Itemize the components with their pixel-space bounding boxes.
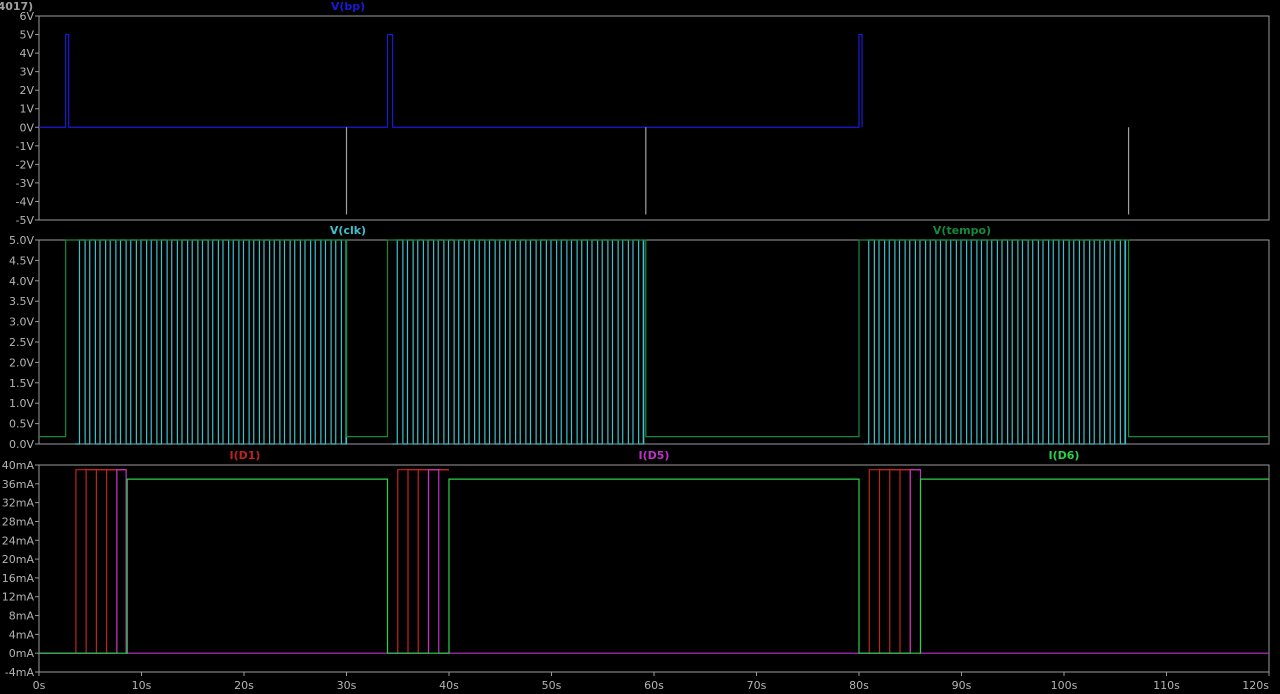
y-tick-label: 4V bbox=[19, 47, 34, 60]
y-tick-label: 1.5V bbox=[9, 377, 34, 390]
series-title: V(rst4017) bbox=[0, 0, 33, 13]
pane-frame bbox=[38, 15, 1270, 221]
current-pulse bbox=[417, 469, 449, 654]
y-tick-label: 0mA bbox=[9, 647, 35, 660]
y-tick-label: 5V bbox=[19, 29, 34, 42]
y-tick-label: 4.5V bbox=[9, 254, 34, 267]
x-tick-label: 120s bbox=[1242, 679, 1269, 692]
clock-burst bbox=[864, 239, 1127, 445]
series-title: I(D1) bbox=[230, 449, 261, 462]
current-pulse bbox=[889, 469, 921, 654]
x-tick-label: 20s bbox=[234, 679, 254, 692]
y-tick-label: 32mA bbox=[2, 497, 35, 510]
y-tick-label: -4mA bbox=[5, 666, 35, 679]
series-title: V(tempo) bbox=[933, 224, 991, 237]
y-tick-label: 20mA bbox=[2, 553, 35, 566]
y-tick-label: 36mA bbox=[2, 478, 35, 491]
series-trace bbox=[39, 478, 1269, 654]
clock-burst bbox=[74, 239, 348, 445]
series-title: I(D5) bbox=[639, 449, 670, 462]
series-title: I(D6) bbox=[1049, 449, 1080, 462]
x-tick-label: 30s bbox=[337, 679, 357, 692]
y-tick-label: -4V bbox=[16, 195, 35, 208]
y-tick-label: 2V bbox=[19, 84, 34, 97]
y-tick-label: -2V bbox=[16, 158, 35, 171]
pane-2: 5.0V 4.5V 4.0V 3.5V 3.0V 2.5V 2.0V 1.5V 1.0V 0.5V… bbox=[9, 224, 1270, 451]
current-pulse bbox=[95, 469, 127, 654]
y-tick-label: 2.5V bbox=[9, 336, 34, 349]
y-tick-label: 8mA bbox=[9, 610, 35, 623]
y-tick-label: 3.0V bbox=[9, 316, 34, 329]
current-pulse bbox=[397, 469, 449, 654]
current-pulse bbox=[868, 469, 921, 654]
y-tick-label: 3V bbox=[19, 66, 34, 79]
pane-1: 6V5V4V3V2V1V0V-1V-2V-3V-4V-5VV(bp)V(rst4… bbox=[0, 0, 1270, 227]
y-tick-label: 28mA bbox=[2, 515, 35, 528]
x-tick-label: 100s bbox=[1051, 679, 1078, 692]
x-tick-label: 70s bbox=[747, 679, 767, 692]
y-tick-label: 5.0V bbox=[9, 234, 34, 247]
y-tick-label: 12mA bbox=[2, 591, 35, 604]
x-tick-label: 0s bbox=[33, 679, 46, 692]
waveform-viewer[interactable]: 6V5V4V3V2V1V0V-1V-2V-3V-4V-5VV(bp)V(rst4… bbox=[0, 0, 1280, 694]
clock-burst bbox=[392, 239, 645, 445]
y-tick-label: -1V bbox=[16, 140, 35, 153]
y-tick-label: 1V bbox=[19, 103, 34, 116]
series-trace bbox=[39, 469, 1269, 654]
x-tick-label: 10s bbox=[132, 679, 152, 692]
x-tick-label: 50s bbox=[542, 679, 562, 692]
current-pulse bbox=[116, 469, 127, 654]
x-tick-label: 90s bbox=[952, 679, 972, 692]
x-tick-label: 110s bbox=[1153, 679, 1180, 692]
y-tick-label: 2.0V bbox=[9, 356, 34, 369]
x-tick-label: 60s bbox=[644, 679, 664, 692]
series-trace bbox=[39, 33, 863, 128]
y-tick-label: 0V bbox=[19, 121, 34, 134]
x-tick-label: 40s bbox=[439, 679, 459, 692]
pane-frame bbox=[38, 464, 1270, 673]
y-tick-label: 3.5V bbox=[9, 295, 34, 308]
y-tick-label: 1.0V bbox=[9, 397, 34, 410]
y-tick-label: 16mA bbox=[2, 572, 35, 585]
current-pulse bbox=[909, 469, 921, 654]
y-tick-label: 0.5V bbox=[9, 418, 34, 431]
y-tick-label: -5V bbox=[16, 214, 35, 227]
y-tick-label: 4.0V bbox=[9, 275, 34, 288]
y-tick-label: -3V bbox=[16, 177, 35, 190]
y-tick-label: 40mA bbox=[2, 459, 35, 472]
y-tick-label: 4mA bbox=[9, 628, 35, 641]
y-tick-label: 24mA bbox=[2, 534, 35, 547]
current-pulse bbox=[75, 469, 127, 654]
y-tick-label: 0.0V bbox=[9, 438, 34, 451]
series-title: V(bp) bbox=[331, 0, 365, 13]
pane-3: 40mA 36mA 32mA 28mA 24mA 20mA 16mA 12mA 8mA 4mA 0m… bbox=[2, 449, 1270, 679]
series-title: V(clk) bbox=[330, 224, 366, 237]
x-tick-label: 80s bbox=[849, 679, 869, 692]
